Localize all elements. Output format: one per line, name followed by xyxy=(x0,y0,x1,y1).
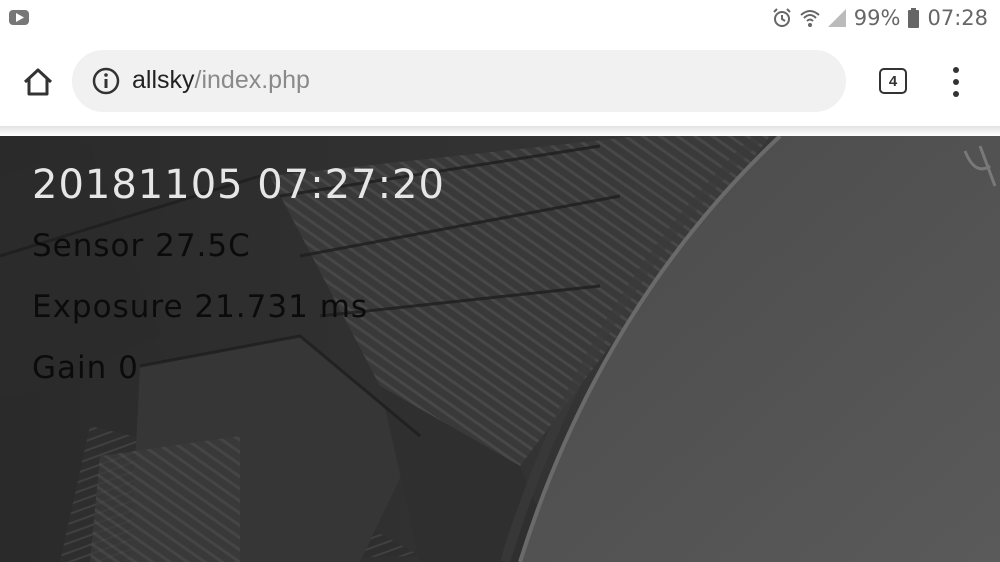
info-icon[interactable] xyxy=(92,67,120,95)
signal-icon xyxy=(827,9,846,27)
exposure-value: Exposure 21.731 ms xyxy=(32,289,369,325)
clock: 07:28 xyxy=(927,6,988,30)
home-icon xyxy=(23,68,53,96)
url-path: /index.php xyxy=(194,66,310,94)
battery-percent: 99% xyxy=(853,6,901,30)
toolbar-divider xyxy=(0,126,1000,136)
capture-timestamp: 20181105 07:27:20 xyxy=(32,162,445,208)
sensor-temperature: Sensor 27.5C xyxy=(32,228,251,264)
status-bar: 99% 07:28 xyxy=(0,0,1000,36)
tab-switcher-button[interactable]: 4 xyxy=(879,68,907,94)
more-vert-icon[interactable] xyxy=(945,66,967,98)
home-button[interactable] xyxy=(20,64,56,100)
alarm-icon xyxy=(772,8,792,28)
status-icons: 99% 07:28 xyxy=(772,4,988,32)
allsky-camera-image: 20181105 07:27:20 Sensor 27.5C Exposure … xyxy=(0,136,1000,562)
battery-icon xyxy=(908,8,920,28)
browser-toolbar: allsky/index.php 4 xyxy=(0,36,1000,128)
url-host: allsky xyxy=(132,66,195,94)
url-text[interactable]: allsky/index.php xyxy=(132,66,310,95)
wifi-icon xyxy=(800,8,820,28)
address-bar[interactable]: allsky/index.php xyxy=(72,50,846,112)
youtube-icon xyxy=(9,10,29,25)
gain-value: Gain 0 xyxy=(32,350,139,386)
